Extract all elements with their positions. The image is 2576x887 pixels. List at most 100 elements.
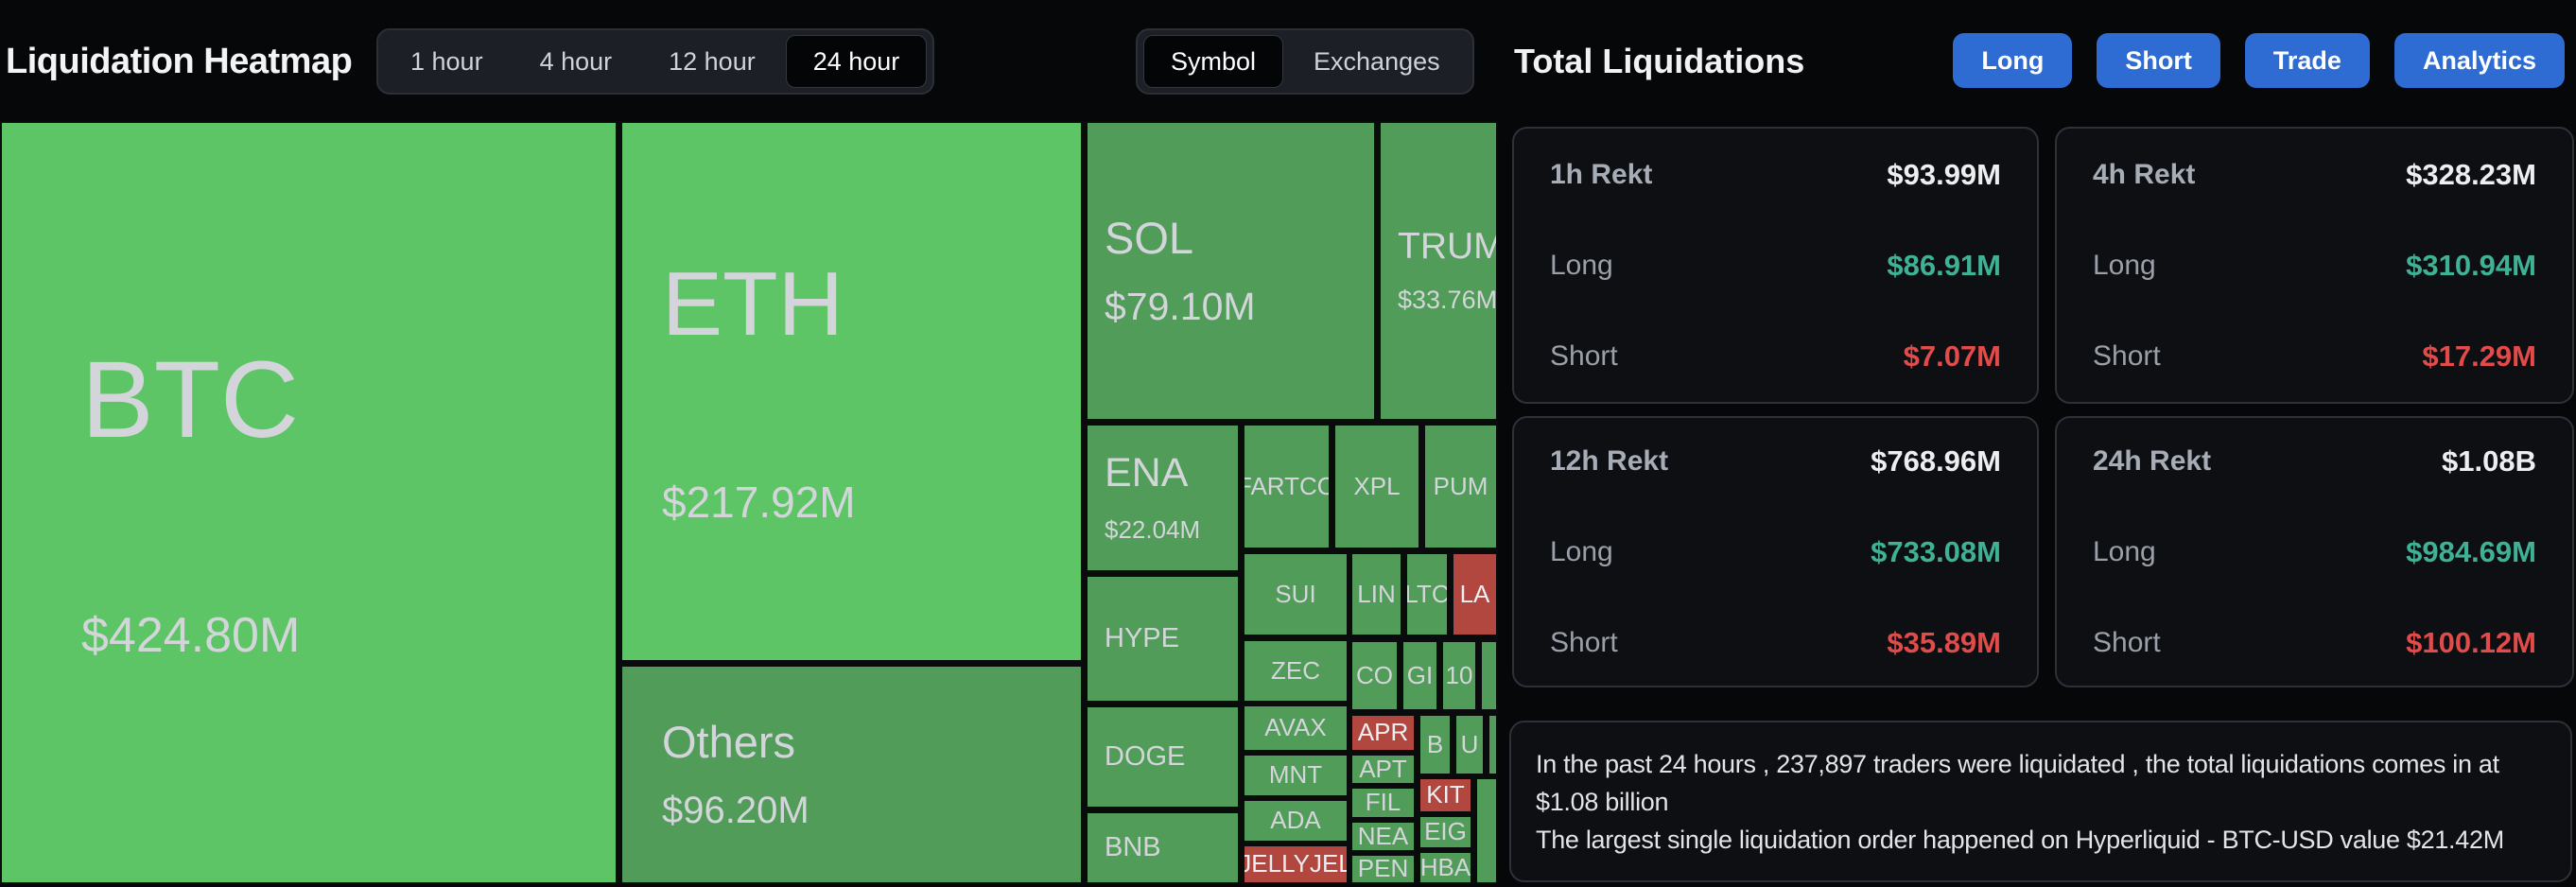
short-value: $7.07M bbox=[1903, 339, 2001, 373]
tile-symbol: EIG bbox=[1424, 817, 1467, 846]
treemap-tile-PEN[interactable]: PEN bbox=[1350, 854, 1416, 884]
treemap-tile-NEA[interactable]: NEA bbox=[1350, 821, 1416, 852]
treemap-tile-DOGE[interactable]: DOGE bbox=[1086, 705, 1240, 809]
treemap-tile-unlabeled[interactable] bbox=[1480, 640, 1498, 711]
page-title: Liquidation Heatmap bbox=[6, 42, 353, 81]
stat-row-short: Short $100.12M bbox=[2093, 626, 2536, 660]
tile-symbol: NEA bbox=[1357, 821, 1409, 850]
tile-value: $217.92M bbox=[662, 478, 856, 528]
treemap-tile-LIN[interactable]: LIN bbox=[1350, 552, 1402, 636]
treemap-tile-APR[interactable]: APR bbox=[1350, 714, 1416, 752]
stat-title: 12h Rekt bbox=[1550, 444, 1669, 477]
treemap-tile-unlabeled[interactable] bbox=[1488, 714, 1498, 775]
treemap-tile-JELLYJEL[interactable]: JELLYJEL bbox=[1243, 844, 1349, 884]
treemap-tile-XPL[interactable]: XPL bbox=[1333, 424, 1420, 549]
stat-card-4h-rekt: 4h Rekt $328.23M Long $310.94M Short $17… bbox=[2055, 127, 2574, 404]
tile-symbol: U bbox=[1460, 729, 1479, 758]
treemap-tile-CO[interactable]: CO bbox=[1350, 640, 1399, 711]
treemap-tile-SUI[interactable]: SUI bbox=[1243, 552, 1349, 636]
stat-row-short: Short $17.29M bbox=[2093, 339, 2536, 374]
stat-card-24h-rekt: 24h Rekt $1.08B Long $984.69M Short $100… bbox=[2055, 416, 2574, 687]
tile-symbol: BTC bbox=[81, 339, 299, 461]
treemap-tile-EIG[interactable]: EIG bbox=[1419, 815, 1472, 849]
tile-symbol: FIL bbox=[1365, 788, 1401, 817]
stat-title: 1h Rekt bbox=[1550, 158, 1653, 190]
view-tab-symbol[interactable]: Symbol bbox=[1143, 35, 1284, 88]
treemap-tile-BNB[interactable]: BNB bbox=[1086, 811, 1240, 884]
treemap-tile-HYPE[interactable]: HYPE bbox=[1086, 575, 1240, 703]
trade-button[interactable]: Trade bbox=[2244, 33, 2370, 88]
long-label: Long bbox=[1550, 535, 1613, 567]
long-value: $310.94M bbox=[2406, 248, 2536, 282]
treemap-tile-B[interactable]: B bbox=[1419, 714, 1452, 775]
tile-symbol: B bbox=[1426, 729, 1444, 758]
tile-symbol: FARTCO bbox=[1244, 471, 1329, 500]
tile-symbol: TRUM bbox=[1398, 226, 1498, 268]
time-tab-12-hour[interactable]: 12 hour bbox=[642, 35, 782, 88]
action-buttons: Long Short Trade Analytics bbox=[1953, 33, 2565, 88]
stat-card-1h-rekt: 1h Rekt $93.99M Long $86.91M Short $7.07… bbox=[1512, 127, 2039, 404]
total-liquidations-title: Total Liquidations bbox=[1514, 42, 1805, 80]
treemap-tile-SOL[interactable]: SOL $79.10M bbox=[1086, 121, 1376, 421]
stat-card-12h-rekt: 12h Rekt $768.96M Long $733.08M Short $3… bbox=[1512, 416, 2039, 687]
time-tab-4-hour[interactable]: 4 hour bbox=[513, 35, 639, 88]
tile-value: $424.80M bbox=[81, 608, 301, 664]
treemap-tile-HBA[interactable]: HBA bbox=[1419, 851, 1472, 884]
stat-row-long: Long $733.08M bbox=[1550, 535, 2001, 569]
summary-line-1: In the past 24 hours , 237,897 traders w… bbox=[1536, 750, 2499, 816]
treemap-tile-unlabeled[interactable] bbox=[1475, 777, 1498, 884]
treemap-tile-ETH[interactable]: ETH $217.92M bbox=[620, 121, 1083, 662]
stat-total-value: $1.08B bbox=[2442, 444, 2536, 478]
tile-symbol: APT bbox=[1359, 754, 1407, 783]
short-value: $100.12M bbox=[2406, 625, 2536, 659]
tile-symbol: HYPE bbox=[1105, 623, 1179, 654]
treemap-tile-10[interactable]: 10 bbox=[1441, 640, 1477, 711]
tile-symbol: ETH bbox=[662, 253, 844, 356]
stat-title: 4h Rekt bbox=[2093, 158, 2196, 190]
treemap-tile-GI[interactable]: GI bbox=[1401, 640, 1438, 711]
tile-symbol: XPL bbox=[1353, 471, 1401, 500]
treemap-tile-FARTCO[interactable]: FARTCO bbox=[1243, 424, 1331, 549]
tile-symbol: LA bbox=[1459, 579, 1490, 608]
treemap-tile-FIL[interactable]: FIL bbox=[1350, 787, 1416, 819]
analytics-button[interactable]: Analytics bbox=[2393, 33, 2565, 88]
tile-symbol: DOGE bbox=[1105, 741, 1186, 773]
stat-row-total: 4h Rekt $328.23M bbox=[2093, 158, 2536, 192]
long-button[interactable]: Long bbox=[1953, 33, 2073, 88]
tile-symbol: CO bbox=[1356, 660, 1393, 689]
tile-symbol: PEN bbox=[1357, 854, 1409, 883]
treemap-tile-LTC[interactable]: LTC bbox=[1405, 552, 1449, 636]
stat-total-value: $328.23M bbox=[2406, 157, 2536, 191]
tile-symbol: SOL bbox=[1105, 213, 1194, 264]
long-label: Long bbox=[1550, 249, 1613, 281]
summary-box: In the past 24 hours , 237,897 traders w… bbox=[1509, 721, 2572, 882]
treemap-tile-BTC[interactable]: BTC $424.80M bbox=[0, 121, 618, 884]
stat-row-long: Long $86.91M bbox=[1550, 249, 2001, 283]
long-value: $86.91M bbox=[1887, 248, 2001, 282]
treemap-tile-AVAX[interactable]: AVAX bbox=[1243, 704, 1349, 752]
stat-row-total: 1h Rekt $93.99M bbox=[1550, 158, 2001, 192]
time-tab-1-hour[interactable]: 1 hour bbox=[384, 35, 510, 88]
short-button[interactable]: Short bbox=[2097, 33, 2220, 88]
treemap-tile-TRUM[interactable]: TRUM $33.76M bbox=[1379, 121, 1498, 421]
time-tab-24-hour[interactable]: 24 hour bbox=[785, 35, 928, 88]
long-label: Long bbox=[2093, 249, 2156, 281]
tile-symbol: Others bbox=[662, 717, 796, 768]
treemap-tile-ENA[interactable]: ENA $22.04M bbox=[1086, 424, 1240, 572]
tile-value: $33.76M bbox=[1398, 286, 1498, 315]
treemap-tile-APT[interactable]: APT bbox=[1350, 754, 1416, 785]
view-tab-exchanges[interactable]: Exchanges bbox=[1287, 35, 1467, 88]
treemap-tile-ZEC[interactable]: ZEC bbox=[1243, 639, 1349, 703]
treemap-tile-PUM[interactable]: PUM bbox=[1423, 424, 1498, 549]
short-label: Short bbox=[2093, 626, 2161, 658]
tile-symbol: AVAX bbox=[1264, 713, 1327, 742]
treemap-tile-U[interactable]: U bbox=[1454, 714, 1485, 775]
treemap-tile-Others[interactable]: Others $96.20M bbox=[620, 665, 1083, 884]
treemap-tile-ADA[interactable]: ADA bbox=[1243, 799, 1349, 843]
treemap-tile-MNT[interactable]: MNT bbox=[1243, 754, 1349, 797]
stat-total-value: $93.99M bbox=[1887, 157, 2001, 191]
treemap-tile-LA[interactable]: LA bbox=[1452, 552, 1498, 636]
time-range-tabs: 1 hour 4 hour 12 hour 24 hour bbox=[376, 28, 935, 95]
treemap-tile-KIT[interactable]: KIT bbox=[1419, 777, 1472, 813]
long-value: $733.08M bbox=[1871, 534, 2001, 568]
